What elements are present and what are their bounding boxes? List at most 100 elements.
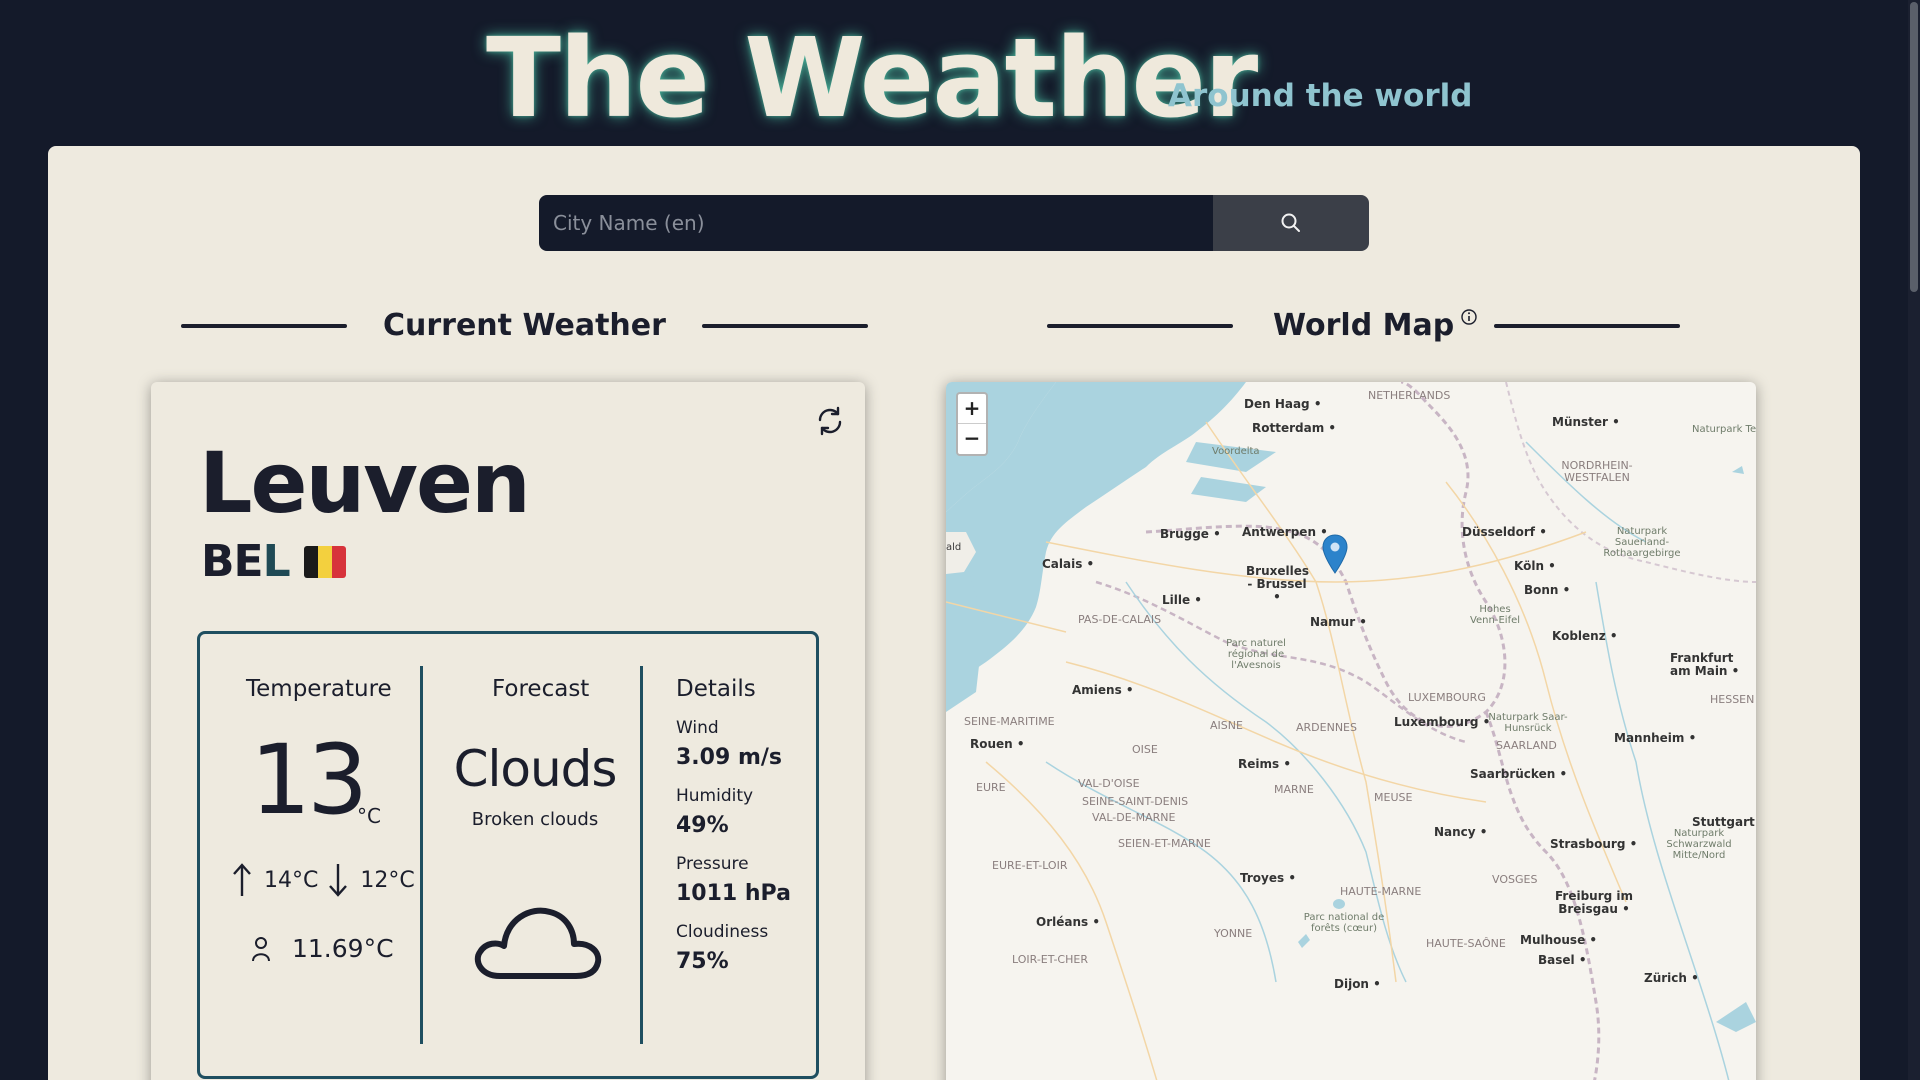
map-label: Naturpark Schwarzwald Mitte/Nord — [1666, 828, 1732, 861]
map-label: EURE — [976, 781, 1006, 794]
map-label: LUXEMBOURG — [1408, 691, 1486, 704]
wind-label: Wind — [676, 718, 719, 738]
map-label: Frankfurt am Main — [1670, 651, 1750, 678]
cloudiness-label: Cloudiness — [676, 922, 769, 942]
heading-rule — [1047, 323, 1233, 328]
arrow-up-icon — [233, 863, 251, 896]
world-map[interactable]: + − Den Haag NETHERLANDS Rotterdam Voord… — [946, 382, 1756, 1080]
zoom-out-button[interactable]: − — [958, 424, 986, 454]
map-label: Naturpark Teutoburger W Eggegebirg — [1692, 424, 1756, 435]
pressure-label: Pressure — [676, 854, 749, 874]
heading-rule — [701, 323, 868, 328]
current-temperature: 13 — [250, 724, 368, 836]
map-label: MARNE — [1274, 783, 1314, 796]
map-label: SEIEN-ET-MARNE — [1118, 837, 1211, 850]
info-icon[interactable] — [1460, 308, 1478, 326]
forecast-heading: Forecast — [492, 676, 590, 702]
weather-stats-box: Temperature 13 °C 14°C 12°C 11.69°C Fore… — [197, 631, 819, 1079]
map-label: Zürich — [1644, 971, 1699, 985]
map-label: HESSEN — [1710, 693, 1755, 706]
wind-value: 3.09 m/s — [676, 745, 782, 770]
map-label: Parc naturel régional de l'Avesnois — [1226, 638, 1286, 671]
heading-rule — [1494, 323, 1681, 328]
max-temperature: 14°C — [264, 867, 319, 893]
map-label: Luxembourg — [1394, 715, 1490, 729]
map-label: ald — [946, 542, 962, 553]
city-name: Leuven — [199, 434, 531, 532]
map-label: Mulhouse — [1520, 933, 1597, 947]
belgium-flag-icon — [303, 545, 346, 578]
map-label: Saarbrücken — [1470, 767, 1567, 781]
map-label: Strasbourg — [1550, 837, 1637, 851]
search-bar — [539, 195, 1369, 251]
pressure-value: 1011 hPa — [676, 881, 791, 906]
page-scrollbar[interactable] — [1908, 0, 1920, 1080]
map-label: VAL-DE-MARNE — [1092, 811, 1176, 824]
heading-rule — [181, 323, 347, 328]
map-label: Bonn — [1524, 583, 1570, 597]
map-label: Münster — [1552, 415, 1620, 429]
search-icon — [1281, 213, 1300, 232]
map-label: VOSGES — [1492, 873, 1538, 886]
map-label: Calais — [1042, 557, 1094, 571]
map-label: NORDRHEIN-WESTFALEN — [1561, 459, 1633, 485]
map-label: HAUTE-SAÔNE — [1426, 937, 1506, 950]
map-label: Amiens — [1072, 683, 1134, 697]
column-divider — [640, 666, 643, 1044]
temperature-heading: Temperature — [246, 676, 392, 702]
map-label: Dijon — [1334, 977, 1381, 991]
map-label: Mannheim — [1614, 731, 1696, 745]
map-label: Rouen — [970, 737, 1025, 751]
map-label: MEUSE — [1374, 791, 1413, 804]
map-label: Den Haag — [1244, 397, 1322, 411]
temperature-unit: °C — [357, 804, 381, 828]
map-label: PAS-DE-CALAIS — [1078, 613, 1162, 626]
map-label: Voordelta — [1212, 446, 1260, 457]
scrollbar-thumb[interactable] — [1910, 2, 1918, 292]
cloudiness-value: 75% — [676, 949, 729, 974]
humidity-value: 49% — [676, 813, 729, 838]
zoom-control: + − — [956, 392, 988, 456]
map-label: Lille — [1162, 593, 1202, 607]
map-label: OISE — [1132, 743, 1158, 756]
map-label: Düsseldorf — [1462, 525, 1547, 539]
zoom-in-button[interactable]: + — [958, 394, 986, 424]
search-button[interactable] — [1213, 195, 1369, 251]
forecast-main: Clouds — [453, 740, 618, 798]
map-label: HAUTE-MARNE — [1340, 885, 1422, 898]
column-divider — [420, 666, 423, 1044]
country-code: BE L — [201, 536, 346, 587]
map-label: Köln — [1514, 559, 1556, 573]
map-label: SEINE-SAINT-DENIS — [1082, 795, 1189, 808]
map-label: ARDENNES — [1296, 721, 1357, 734]
map-label: Parc national de forêts (cœur) — [1303, 912, 1385, 934]
map-label: YONNE — [1214, 927, 1253, 940]
map-label: Nancy — [1434, 825, 1487, 839]
map-label: Bruxelles - Brussel — [1246, 564, 1309, 605]
cloud-icon — [474, 907, 602, 979]
map-label: VAL-D'OISE — [1078, 777, 1140, 790]
location-pin-icon[interactable] — [1322, 534, 1348, 574]
humidity-label: Humidity — [676, 786, 754, 806]
header: The Weather Around the world — [0, 0, 1920, 146]
temperature-range: 14°C 12°C — [232, 862, 415, 898]
world-map-title: World Map — [1273, 308, 1455, 343]
feels-like: 11.69°C — [250, 934, 394, 963]
refresh-button[interactable] — [811, 402, 849, 440]
map-label: AISNE — [1210, 719, 1243, 732]
app-subtitle: Around the world — [1168, 78, 1473, 114]
app-title: The Weather — [486, 14, 1258, 142]
map-label: Antwerpen — [1242, 525, 1328, 539]
feels-like-temperature: 11.69°C — [292, 934, 394, 963]
city-search-input[interactable] — [539, 195, 1213, 251]
map-label: NETHERLANDS — [1368, 389, 1451, 402]
details-heading: Details — [676, 676, 756, 702]
person-icon — [252, 936, 270, 961]
map-label: Namur — [1310, 615, 1367, 629]
map-label: Brugge — [1160, 527, 1221, 541]
map-label: SAARLAND — [1496, 739, 1557, 752]
arrow-down-icon — [329, 864, 348, 897]
country-code-part2: L — [262, 536, 291, 587]
map-label: Naturpark Sauerland-Rothaargebirge — [1603, 526, 1681, 559]
map-label: LOIR-ET-CHER — [1012, 953, 1088, 966]
